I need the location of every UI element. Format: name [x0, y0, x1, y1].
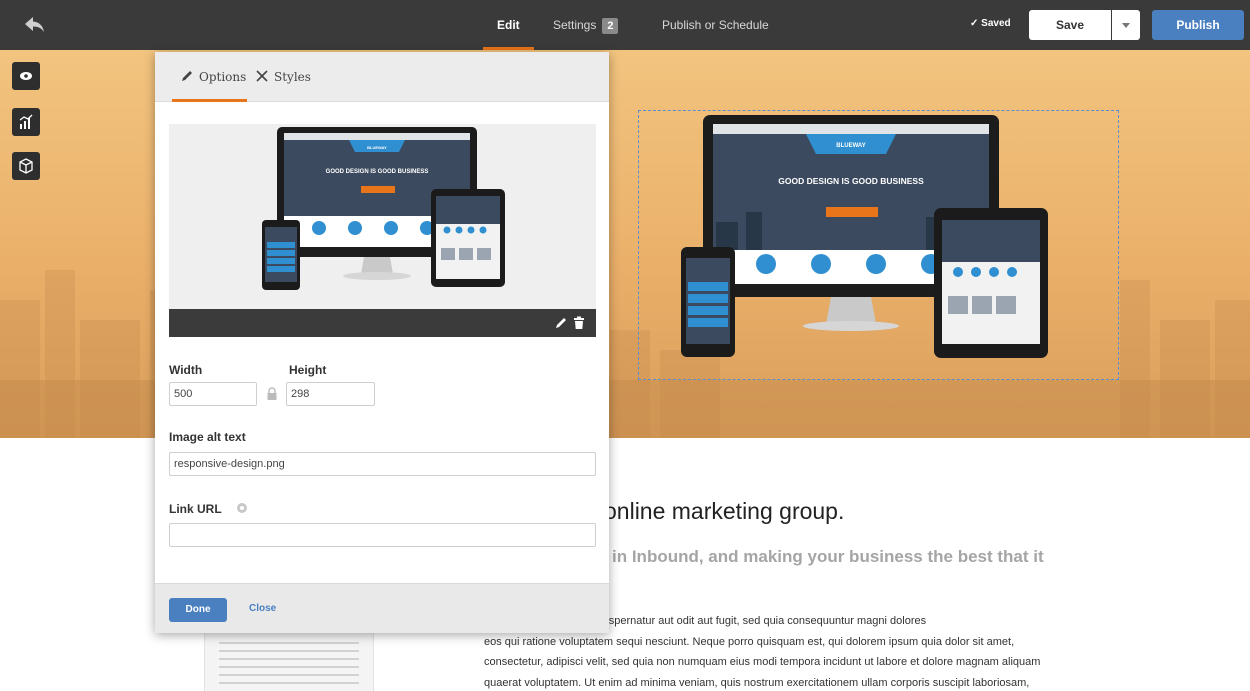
- chevron-down-icon[interactable]: [1112, 10, 1140, 40]
- paragraph-line: consectetur, adipisci velit, sed quia no…: [484, 656, 1041, 668]
- analytics-icon[interactable]: [12, 108, 40, 136]
- pencil-icon[interactable]: [554, 316, 568, 335]
- settings-count-badge: 2: [602, 18, 619, 34]
- scissors-icon: [256, 70, 268, 82]
- alt-text-field[interactable]: responsive-design.png: [169, 452, 596, 476]
- tab-settings-label: Settings: [553, 18, 597, 32]
- width-label: Width: [169, 363, 203, 377]
- height-field[interactable]: 298: [286, 382, 375, 406]
- image-options-panel: Options Styles BLUEWAY GOOD DESIGN IS GO…: [155, 52, 609, 633]
- document-illustration: [204, 628, 374, 691]
- publish-button[interactable]: Publish: [1152, 10, 1244, 40]
- preview-thumbnail: BLUEWAY GOOD DESIGN IS GOOD BUSINESS: [262, 127, 505, 290]
- preview-tagline-text: GOOD DESIGN IS GOOD BUSINESS: [326, 169, 429, 175]
- paragraph-line: eos qui ratione voluptatem sequi nesciun…: [484, 635, 1015, 648]
- top-bar: Edit Settings 2 Publish or Schedule ✓ Sav…: [0, 0, 1250, 50]
- panel-tabs: Options Styles: [155, 52, 609, 102]
- help-icon[interactable]: [236, 501, 248, 519]
- saved-status: ✓ Saved: [970, 18, 1011, 29]
- height-label: Height: [289, 363, 327, 377]
- tab-edit[interactable]: Edit: [483, 0, 534, 50]
- eye-icon[interactable]: [12, 62, 40, 90]
- page-headline: online marketing group.: [604, 498, 845, 524]
- tab-publish-schedule[interactable]: Publish or Schedule: [662, 0, 769, 50]
- tab-settings[interactable]: Settings 2: [553, 0, 619, 50]
- tab-styles[interactable]: Styles: [255, 70, 311, 84]
- close-link[interactable]: Close: [249, 603, 276, 614]
- panel-footer: Done Close: [155, 583, 609, 633]
- image-selection-outline: [638, 110, 1119, 380]
- lock-icon[interactable]: [266, 387, 278, 406]
- link-url-field[interactable]: [169, 523, 596, 547]
- width-field[interactable]: 500: [169, 382, 257, 406]
- pencil-icon: [182, 71, 192, 81]
- tab-options[interactable]: Options: [180, 70, 246, 84]
- save-button[interactable]: Save: [1029, 10, 1111, 40]
- active-tab-indicator: [172, 99, 247, 102]
- cube-icon[interactable]: [12, 152, 40, 180]
- page-subheadline: in Inbound, and making your business the…: [612, 547, 1044, 566]
- trash-icon[interactable]: [573, 316, 585, 335]
- image-preview: BLUEWAY GOOD DESIGN IS GOOD BUSINESS: [169, 124, 596, 337]
- paragraph-line: quaerat voluptatem. Ut enim ad minima ve…: [484, 676, 1030, 689]
- alt-text-label: Image alt text: [169, 430, 246, 444]
- done-button[interactable]: Done: [169, 598, 227, 622]
- link-url-label: Link URL: [169, 502, 222, 516]
- preview-brand-text: BLUEWAY: [367, 145, 387, 150]
- back-arrow-icon[interactable]: [22, 14, 48, 36]
- preview-toolbar: [169, 309, 596, 337]
